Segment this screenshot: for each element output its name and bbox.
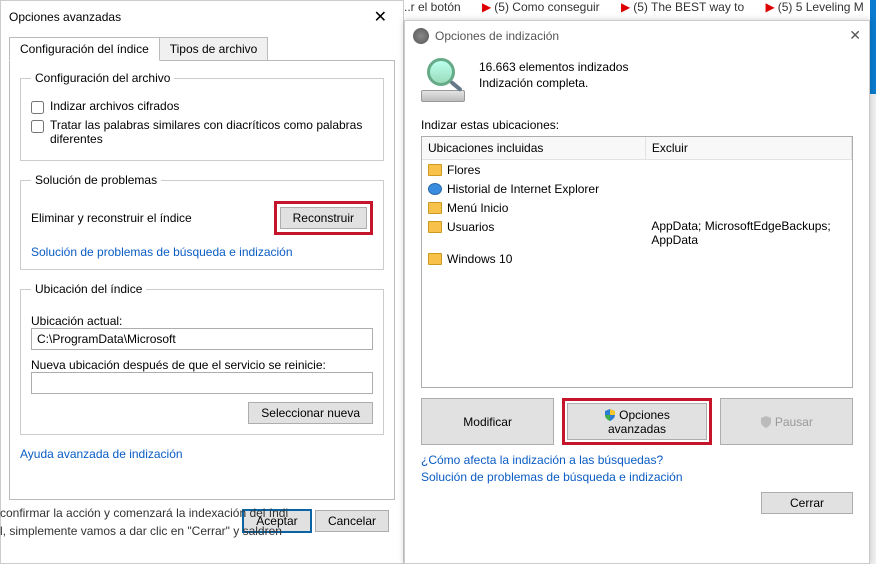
close-icon[interactable]: ✕ xyxy=(366,5,395,29)
tab-file-types[interactable]: Tipos de archivo xyxy=(159,37,269,61)
checkbox-diacritics[interactable]: Tratar las palabras similares con diacrí… xyxy=(31,118,373,146)
ie-icon xyxy=(428,183,442,195)
indexing-options-dialog: Opciones de indización ✕ 16.663 elemento… xyxy=(404,20,870,564)
group-index-location-legend: Ubicación del índice xyxy=(31,282,146,296)
troubleshoot-search-link[interactable]: Solución de problemas de búsqueda e indi… xyxy=(421,470,853,484)
browser-accent-stripe xyxy=(870,0,876,94)
location-name: Historial de Internet Explorer xyxy=(447,182,599,196)
close-icon[interactable]: ✕ xyxy=(849,27,861,44)
current-location-field[interactable] xyxy=(31,328,373,350)
col-exclude[interactable]: Excluir xyxy=(645,137,851,160)
exclude-value xyxy=(645,249,851,268)
shield-icon xyxy=(760,416,772,428)
pause-button: Pausar xyxy=(720,398,853,445)
close-button[interactable]: Cerrar xyxy=(761,492,853,514)
highlight-rebuild: Reconstruir xyxy=(274,201,373,235)
indexing-status: Indización completa. xyxy=(479,76,628,90)
checkbox-index-encrypted[interactable]: Indizar archivos cifrados xyxy=(31,99,373,114)
indexed-count: 16.663 elementos indizados xyxy=(479,60,628,74)
location-name: Windows 10 xyxy=(447,252,512,266)
indexing-dialog-title: Opciones de indización xyxy=(435,29,559,43)
checkbox-diacritics-box[interactable] xyxy=(31,120,44,133)
folder-icon xyxy=(428,164,442,176)
group-file-config-legend: Configuración del archivo xyxy=(31,71,174,85)
folder-icon xyxy=(428,221,442,233)
group-file-config: Configuración del archivo Indizar archiv… xyxy=(20,71,384,161)
select-new-button[interactable]: Seleccionar nueva xyxy=(248,402,373,424)
how-indexing-affects-link[interactable]: ¿Cómo afecta la indización a las búsqued… xyxy=(421,453,853,467)
exclude-value xyxy=(645,198,851,217)
col-included[interactable]: Ubicaciones incluidas xyxy=(422,137,645,160)
table-row[interactable]: Windows 10 xyxy=(422,249,852,268)
exclude-value xyxy=(645,160,851,180)
advanced-options-button[interactable]: Opciones avanzadas xyxy=(567,403,706,440)
background-article-text: confirmar la acción y comenzará la index… xyxy=(0,504,404,540)
magnifier-drive-icon xyxy=(421,58,469,102)
rebuild-index-label: Eliminar y reconstruir el índice xyxy=(31,211,192,225)
shield-icon xyxy=(604,409,616,421)
rebuild-button[interactable]: Reconstruir xyxy=(280,207,367,229)
exclude-value xyxy=(645,179,851,198)
location-name: Usuarios xyxy=(447,220,494,234)
dialog-title: Opciones avanzadas xyxy=(9,10,121,24)
page-scrollbar[interactable] xyxy=(870,94,876,564)
folder-icon xyxy=(428,202,442,214)
location-name: Menú Inicio xyxy=(447,201,508,215)
folder-icon xyxy=(428,253,442,265)
table-row[interactable]: Menú Inicio xyxy=(422,198,852,217)
table-row[interactable]: Flores xyxy=(422,160,852,180)
group-index-location: Ubicación del índice Ubicación actual: N… xyxy=(20,282,384,435)
current-location-label: Ubicación actual: xyxy=(31,314,373,328)
table-row[interactable]: Historial de Internet Explorer xyxy=(422,179,852,198)
tab-strip: Configuración del índice Tipos de archiv… xyxy=(9,37,395,61)
advanced-options-dialog: Opciones avanzadas ✕ Configuración del í… xyxy=(0,0,404,564)
highlight-advanced: Opciones avanzadas xyxy=(562,398,711,445)
new-location-field[interactable] xyxy=(31,372,373,394)
new-location-label: Nueva ubicación después de que el servic… xyxy=(31,358,373,372)
group-troubleshoot: Solución de problemas Eliminar y reconst… xyxy=(20,173,384,270)
gear-icon xyxy=(413,28,429,44)
tab-index-config[interactable]: Configuración del índice xyxy=(9,37,160,61)
modify-button[interactable]: Modificar xyxy=(421,398,554,445)
advanced-indexing-help-link[interactable]: Ayuda avanzada de indización xyxy=(20,447,183,461)
exclude-value: AppData; MicrosoftEdgeBackups; AppData xyxy=(645,217,851,249)
group-troubleshoot-legend: Solución de problemas xyxy=(31,173,161,187)
browser-tab-strip: ..r el botón (5) Como conseguir (5) The … xyxy=(404,0,876,22)
locations-label: Indizar estas ubicaciones: xyxy=(421,118,853,132)
location-name: Flores xyxy=(447,163,480,177)
table-row[interactable]: Usuarios AppData; MicrosoftEdgeBackups; A… xyxy=(422,217,852,249)
troubleshoot-search-link[interactable]: Solución de problemas de búsqueda e indi… xyxy=(31,245,293,259)
locations-listbox[interactable]: Ubicaciones incluidas Excluir Flores Hist… xyxy=(421,136,853,388)
checkbox-index-encrypted-box[interactable] xyxy=(31,101,44,114)
